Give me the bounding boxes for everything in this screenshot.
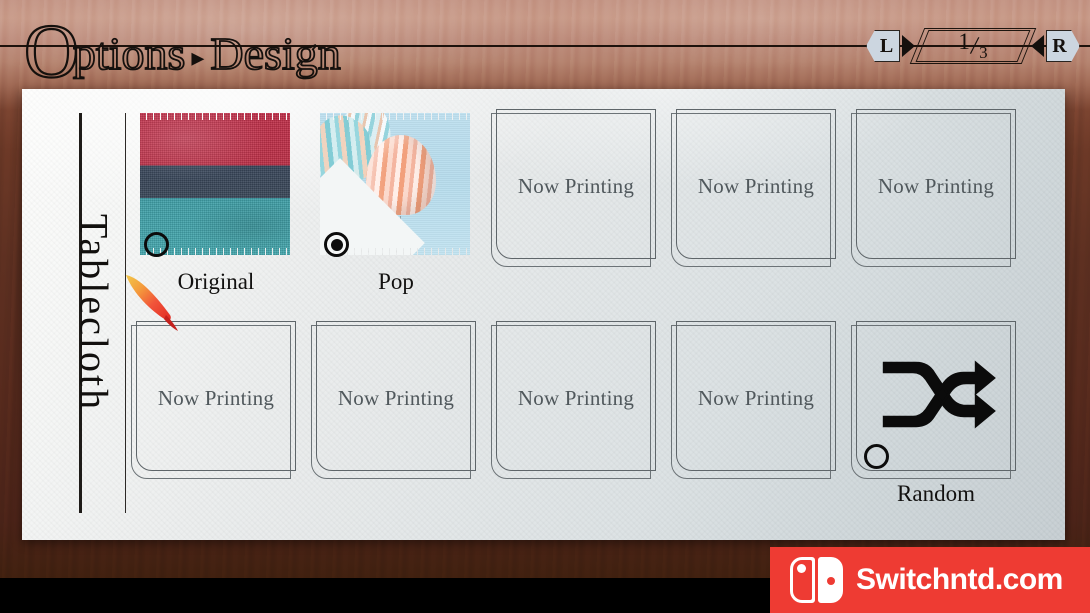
page-counter-value: 1 / 3 <box>958 29 988 62</box>
design-option-slot-6[interactable]: Now Printing <box>131 321 296 479</box>
swatch-tile[interactable] <box>136 109 296 263</box>
design-option-slot-7[interactable]: Now Printing <box>311 321 476 479</box>
placeholder-text: Now Printing <box>517 173 635 198</box>
design-grid: Original Pop Now Printing Now Printing N… <box>131 109 1051 529</box>
r-shoulder-button[interactable]: R <box>1046 30 1080 62</box>
swatch-tile[interactable] <box>316 109 476 263</box>
design-option-slot-4[interactable]: Now Printing <box>671 109 836 267</box>
options-panel: Tablecloth Original Pop Now Printing Now… <box>22 89 1065 540</box>
placeholder-tile[interactable]: Now Printing <box>491 109 656 267</box>
current-page-number: 1 <box>958 29 970 54</box>
page-title: O ptions ▸ Design <box>23 4 342 91</box>
design-option-slot-3[interactable]: Now Printing <box>491 109 656 267</box>
placeholder-tile[interactable]: Now Printing <box>131 321 296 479</box>
radio-pop[interactable] <box>324 232 349 257</box>
placeholder-text: Now Printing <box>877 173 995 198</box>
page-counter: 1 / 3 <box>909 28 1037 64</box>
radio-random[interactable] <box>864 444 889 469</box>
design-option-pop[interactable]: Pop <box>316 109 476 294</box>
placeholder-tile[interactable]: Now Printing <box>491 321 656 479</box>
placeholder-text: Now Printing <box>697 173 815 198</box>
shuffle-icon <box>882 360 996 429</box>
design-option-random[interactable]: Random <box>851 321 1016 506</box>
switch-left-joycon <box>790 557 815 603</box>
design-option-slot-9[interactable]: Now Printing <box>671 321 836 479</box>
tile-label: Pop <box>378 269 414 294</box>
tile-label: Random <box>897 481 975 506</box>
game-options-screen: O ptions ▸ Design L 1 / 3 R Tablecloth O… <box>0 0 1090 613</box>
triangle-left-icon[interactable] <box>1031 35 1044 57</box>
random-tile[interactable] <box>851 321 1016 479</box>
radio-original[interactable] <box>144 232 169 257</box>
placeholder-text: Now Printing <box>517 385 635 410</box>
design-option-original[interactable]: Original <box>136 109 296 294</box>
category-label: Tablecloth <box>71 213 117 413</box>
breadcrumb-separator-icon: ▸ <box>191 43 205 72</box>
page-indicator: L 1 / 3 R <box>866 26 1080 66</box>
page-title-rest: ptions <box>72 28 186 79</box>
placeholder-text: Now Printing <box>697 385 815 410</box>
placeholder-tile[interactable]: Now Printing <box>671 321 836 479</box>
l-shoulder-button[interactable]: L <box>866 30 900 62</box>
total-page-number: 3 <box>979 43 988 62</box>
category-label-group: Tablecloth <box>57 113 131 513</box>
switch-right-joycon <box>818 557 843 603</box>
placeholder-tile[interactable]: Now Printing <box>311 321 476 479</box>
nintendo-switch-icon <box>790 557 844 603</box>
placeholder-text: Now Printing <box>337 385 455 410</box>
page-title-section: Design <box>210 28 342 79</box>
design-option-slot-8[interactable]: Now Printing <box>491 321 656 479</box>
page-title-initial: O <box>23 10 80 94</box>
placeholder-tile[interactable]: Now Printing <box>851 109 1016 267</box>
watermark-text: Switchntd.com <box>856 563 1063 596</box>
placeholder-tile[interactable]: Now Printing <box>671 109 836 267</box>
design-option-slot-5[interactable]: Now Printing <box>851 109 1016 267</box>
site-watermark: Switchntd.com <box>770 547 1090 613</box>
placeholder-text: Now Printing <box>157 385 275 410</box>
tile-label: Original <box>177 269 255 294</box>
category-rule-right <box>125 113 126 513</box>
